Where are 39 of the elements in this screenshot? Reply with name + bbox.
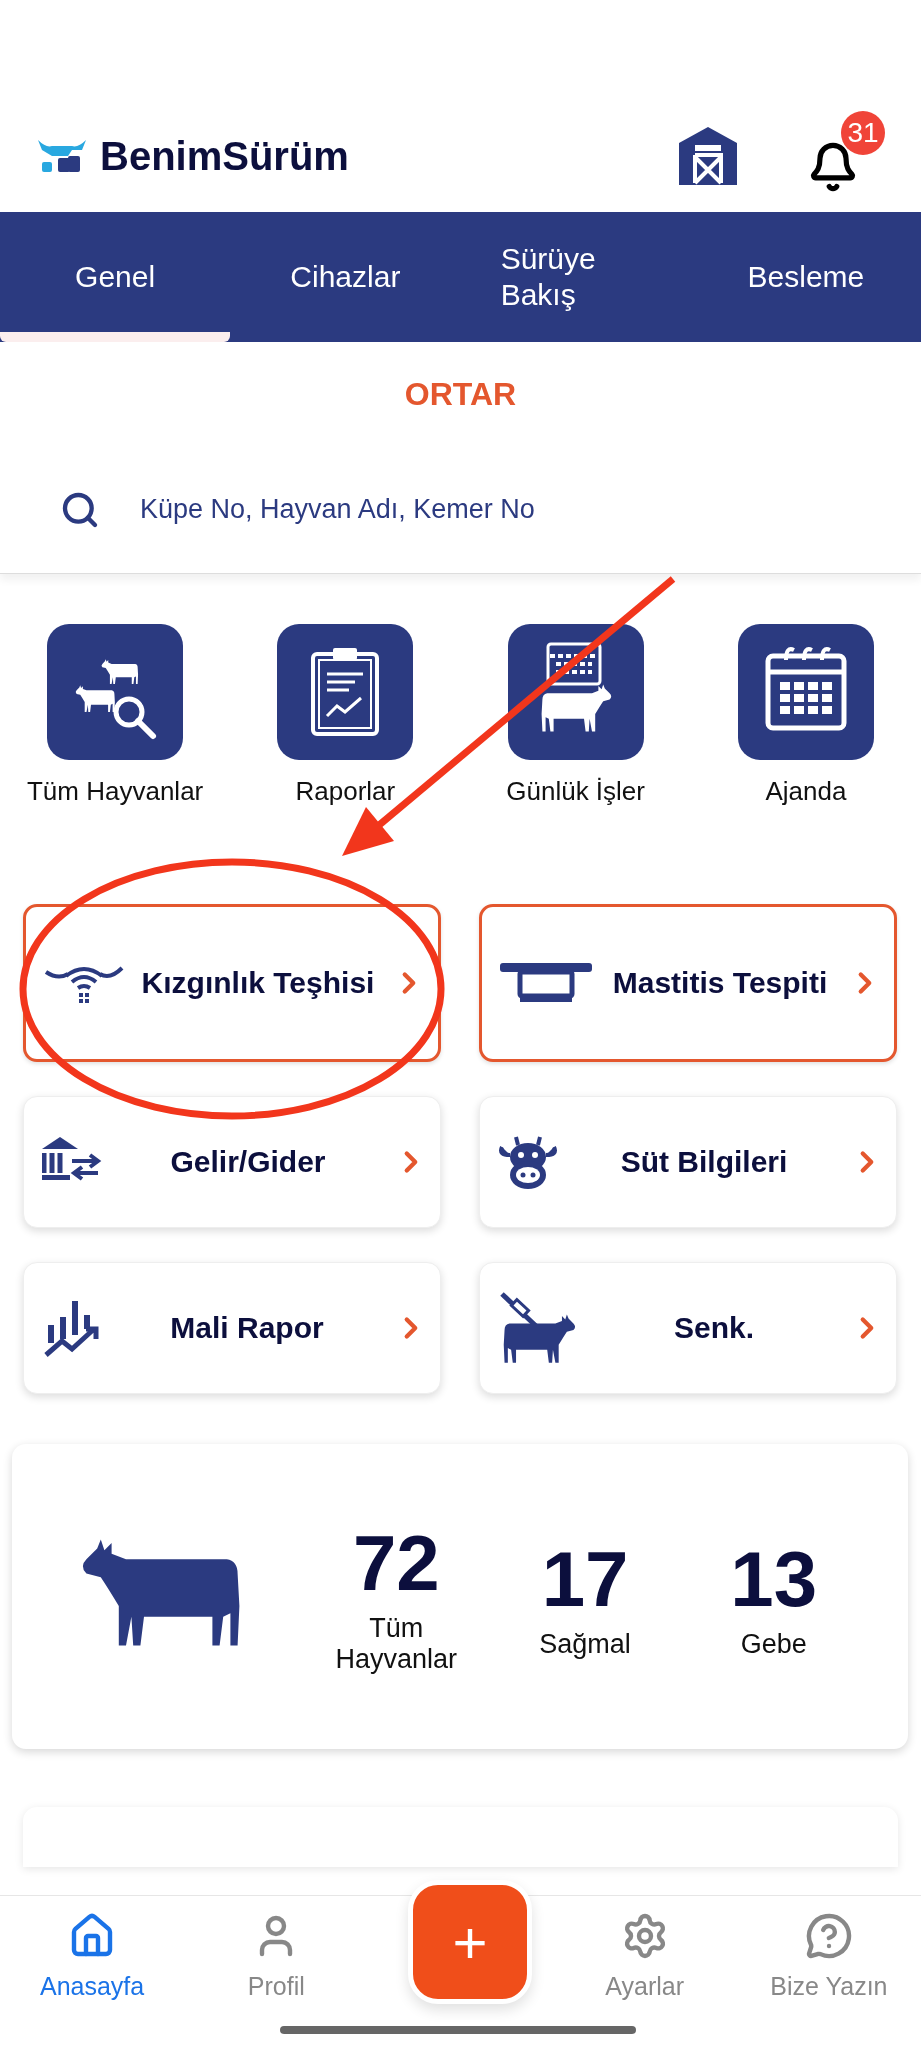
nav-item[interactable]: Anasayfa: [0, 1912, 185, 2001]
nav-item[interactable]: Profil: [184, 1912, 369, 2001]
stat-value: 13: [730, 1533, 818, 1625]
stat-value: 72: [352, 1518, 440, 1609]
menu-card[interactable]: Gelir/Gider: [23, 1096, 441, 1228]
tab[interactable]: Cihazlar: [230, 212, 461, 342]
tab[interactable]: Genel: [0, 212, 231, 342]
stat-label: Gebe: [739, 1628, 808, 1660]
logo-icon: [38, 138, 86, 174]
barn-icon[interactable]: [679, 127, 737, 185]
syringe-cow-icon: [498, 1292, 578, 1364]
tab[interactable]: Besleme: [690, 212, 921, 342]
nav-item[interactable]: Ayarlar: [552, 1912, 737, 2001]
device-icon: [500, 963, 592, 1003]
shortcut-button[interactable]: Günlük İşler: [460, 624, 691, 807]
chart-icon: [42, 1299, 100, 1357]
stat-label: Sağmal: [538, 1628, 632, 1660]
nav-item[interactable]: Bize Yazın: [736, 1912, 921, 2001]
notifications-button[interactable]: 31: [801, 111, 885, 201]
menu-card[interactable]: Kızgınlık Teşhisi: [23, 904, 441, 1062]
menu-card[interactable]: Mastitis Tespiti: [479, 904, 897, 1062]
shortcut-button[interactable]: Tüm Hayvanlar: [0, 624, 231, 807]
calendar-cow-icon: [507, 624, 644, 760]
stat-label: Tüm Hayvanlar: [334, 1613, 459, 1675]
search-field[interactable]: Küpe No, Hayvan Adı, Kemer No: [138, 479, 861, 540]
menu-card[interactable]: Senk.: [479, 1262, 897, 1394]
stat-value: 17: [541, 1533, 629, 1625]
help-chat-icon: [804, 1912, 853, 1960]
farm-name: ORTAR: [404, 375, 517, 413]
shortcut-button[interactable]: Raporlar: [230, 624, 461, 807]
menu-card[interactable]: Süt Bilgileri: [479, 1096, 897, 1228]
clipboard-chart-icon: [277, 624, 414, 760]
tab[interactable]: Sürüye Bakış: [460, 212, 691, 342]
notification-count: 31: [841, 111, 885, 155]
shortcut-button[interactable]: Ajanda: [690, 624, 921, 807]
menu-card[interactable]: Mali Rapor: [23, 1262, 441, 1394]
app-title: BenimSürüm: [100, 133, 350, 179]
calendar-icon: [737, 624, 874, 760]
cows-search-icon: [47, 624, 184, 760]
